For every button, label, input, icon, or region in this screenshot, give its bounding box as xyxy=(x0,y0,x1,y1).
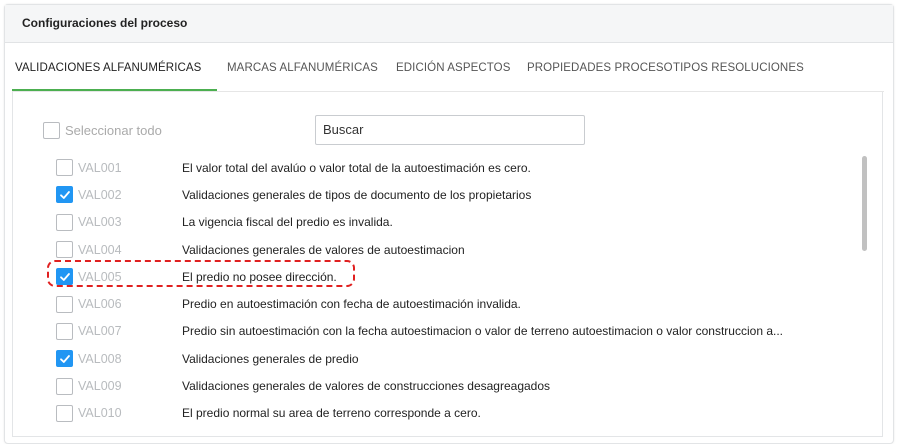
list-item[interactable]: VAL006 Predio en autoestimación con fecha… xyxy=(56,290,856,317)
list-item[interactable]: VAL002 Validaciones generales de tipos de… xyxy=(56,181,856,208)
validation-code: VAL007 xyxy=(78,324,122,339)
tab-tipos-resoluciones[interactable]: TIPOS RESOLUCIONES xyxy=(668,52,808,92)
validation-description: La vigencia fiscal del predio es invalid… xyxy=(182,215,393,230)
tab-validaciones-alfanumericas[interactable]: VALIDACIONES ALFANUMÉRICAS xyxy=(12,52,217,92)
list-item[interactable]: VAL010 El predio normal su area de terren… xyxy=(56,400,856,427)
validation-description: Validaciones generales de valores de aut… xyxy=(182,242,465,257)
validation-code: VAL004 xyxy=(78,242,122,257)
checkmark-icon xyxy=(59,354,70,363)
checkmark-icon xyxy=(59,272,70,281)
validation-description: Validaciones generales de tipos de docum… xyxy=(182,187,532,202)
validation-checkbox[interactable] xyxy=(56,268,73,286)
validation-code: VAL010 xyxy=(78,406,122,421)
validation-description: Validaciones generales de valores de con… xyxy=(182,379,551,394)
tab-edicion-aspectos[interactable]: EDICIÓN ASPECTOS xyxy=(387,52,517,92)
validation-description: El valor total del avalúo o valor total … xyxy=(182,160,531,175)
list-item[interactable]: VAL009 Validaciones generales de valores … xyxy=(56,372,856,399)
validation-checkbox[interactable] xyxy=(56,350,73,368)
validation-checkbox[interactable] xyxy=(56,377,73,395)
validation-description: Predio en autoestimación con fecha de au… xyxy=(182,297,521,312)
validation-code: VAL009 xyxy=(78,379,122,394)
validation-description: Validaciones generales de predio xyxy=(182,351,359,366)
list-item[interactable]: VAL001 El valor total del avalúo o valor … xyxy=(56,154,856,181)
tab-propiedades-proceso[interactable]: PROPIEDADES PROCESO xyxy=(517,52,673,92)
tab-bar: VALIDACIONES ALFANUMÉRICAS MARCAS ALFANU… xyxy=(12,52,808,92)
list-item[interactable]: VAL007 Predio sin autoestimación con la f… xyxy=(56,318,856,345)
validation-checkbox[interactable] xyxy=(56,241,73,259)
validation-list: VAL001 El valor total del avalúo o valor … xyxy=(56,154,856,427)
validation-checkbox[interactable] xyxy=(56,186,73,204)
validations-tab-content: Seleccionar todo Buscar VAL001 El valor t… xyxy=(12,92,883,437)
validation-checkbox[interactable] xyxy=(56,295,73,313)
validation-code: VAL002 xyxy=(78,187,122,202)
validation-code: VAL006 xyxy=(78,297,122,312)
validation-code: VAL003 xyxy=(78,215,122,230)
validation-description: El predio no posee dirección. xyxy=(182,269,337,284)
list-item[interactable]: VAL005 El predio no posee dirección. xyxy=(56,263,856,290)
list-item[interactable]: VAL003 La vigencia fiscal del predio es i… xyxy=(56,209,856,236)
list-item[interactable]: VAL004 Validaciones generales de valores … xyxy=(56,236,856,263)
validation-description: Predio sin autoestimación con la fecha a… xyxy=(182,324,783,339)
list-scrollbar[interactable] xyxy=(862,156,867,251)
validation-checkbox[interactable] xyxy=(56,322,73,340)
checkmark-icon xyxy=(59,191,70,199)
validation-code: VAL001 xyxy=(78,160,122,175)
list-item[interactable]: VAL008 Validaciones generales de predio xyxy=(56,345,856,372)
validation-code: VAL005 xyxy=(78,269,122,284)
validation-checkbox[interactable] xyxy=(56,213,73,231)
select-all-label: Seleccionar todo xyxy=(65,123,162,138)
validation-checkbox[interactable] xyxy=(56,404,73,422)
tab-marcas-alfanumericas[interactable]: MARCAS ALFANUMÉRICAS xyxy=(217,52,387,92)
select-all[interactable]: Seleccionar todo xyxy=(43,122,162,139)
validation-description: El predio normal su area de terreno corr… xyxy=(182,406,481,421)
validation-checkbox[interactable] xyxy=(56,159,73,177)
search-input[interactable]: Buscar xyxy=(315,115,585,145)
select-all-checkbox[interactable] xyxy=(43,122,60,139)
validation-code: VAL008 xyxy=(78,351,122,366)
panel-title: Configuraciones del proceso xyxy=(5,5,893,43)
